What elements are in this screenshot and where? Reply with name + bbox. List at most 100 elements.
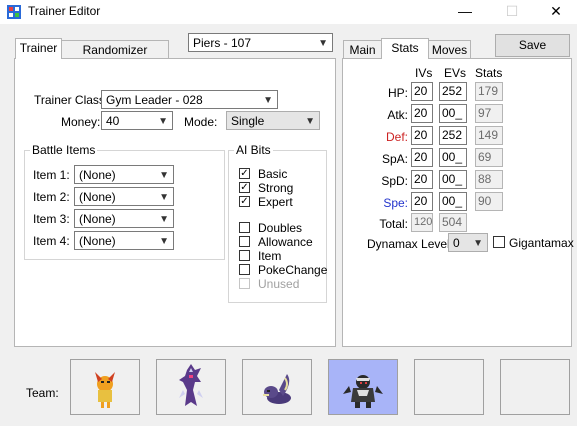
doubles-checkbox[interactable] [239, 222, 250, 233]
strong-label: Strong [258, 181, 294, 195]
hp-iv-input[interactable]: 20 [411, 82, 433, 101]
tab-randomizer-options[interactable]: Randomizer Options [61, 40, 169, 75]
item-1-select[interactable]: (None) ▼ [74, 165, 174, 184]
tab-stats[interactable]: Stats [381, 38, 429, 59]
def-iv-input[interactable]: 20 [411, 126, 433, 145]
chevron-down-icon: ▼ [159, 236, 169, 247]
maximize-button[interactable]: ☐ [489, 0, 535, 24]
team-slot-1[interactable] [70, 359, 140, 415]
tab-trainer[interactable]: Trainer [15, 38, 62, 59]
item-1-value: (None) [79, 168, 116, 182]
def-label: Def: [385, 130, 408, 144]
team-slot-5[interactable] [414, 359, 484, 415]
spa-iv-input[interactable]: 20 [411, 148, 433, 167]
chevron-down-icon: ▼ [263, 95, 273, 106]
basic-checkbox[interactable]: ✓ [239, 168, 250, 179]
item-3-label: Item 3: [33, 212, 70, 226]
spa-label: SpA: [381, 152, 408, 166]
battle-items-title: Battle Items [30, 143, 98, 157]
atk-iv-input[interactable]: 20 [411, 104, 433, 123]
team-slot-2[interactable] [156, 359, 226, 415]
spd-iv-input[interactable]: 20 [411, 170, 433, 189]
atk-label: Atk: [387, 108, 408, 122]
mode-select[interactable]: Single ▼ [226, 111, 320, 130]
def-ev-input[interactable]: 252 [439, 126, 467, 145]
save-button[interactable]: Save [495, 34, 570, 57]
allowance-checkbox[interactable] [239, 236, 250, 247]
dynamax-level-label: Dynamax Level: [367, 237, 454, 251]
gigantamax-checkbox[interactable] [493, 236, 505, 248]
gigantamax-label: Gigantamax [509, 236, 574, 250]
team-label: Team: [26, 386, 59, 400]
item-4-select[interactable]: (None) ▼ [74, 231, 174, 250]
tab-main[interactable]: Main [343, 40, 382, 59]
chevron-down-icon: ▼ [158, 116, 168, 127]
hp-label: HP: [388, 86, 409, 100]
item-2-label: Item 2: [33, 190, 70, 204]
spd-ev-input[interactable]: 00_ [439, 170, 467, 189]
hp-ev-input[interactable]: 252 [439, 82, 467, 101]
unused-label: Unused [258, 277, 300, 291]
total-iv-value: 120 [411, 213, 433, 232]
chevron-down-icon: ▼ [305, 116, 315, 127]
doubles-label: Doubles [258, 221, 303, 235]
chevron-down-icon: ▼ [159, 170, 169, 181]
dynamax-level-select[interactable]: 0 ▼ [448, 233, 488, 252]
item-3-select[interactable]: (None) ▼ [74, 209, 174, 228]
skuntank-sprite-icon [263, 374, 291, 404]
spa-stat-value: 69 [475, 148, 503, 167]
team-slot-6[interactable] [500, 359, 570, 415]
pokechange-label: PokeChange [258, 263, 328, 277]
ivs-header: IVs [415, 66, 433, 80]
trainer-select[interactable]: Piers - 107 ▼ [188, 33, 333, 52]
scrafty-sprite-icon [95, 372, 115, 408]
item-2-select[interactable]: (None) ▼ [74, 187, 174, 206]
expert-label: Expert [258, 195, 293, 209]
mode-value: Single [231, 114, 265, 128]
spd-stat-value: 88 [475, 170, 503, 189]
team-slot-3[interactable] [242, 359, 312, 415]
tab-moves[interactable]: Moves [428, 40, 471, 59]
expert-checkbox[interactable]: ✓ [239, 196, 250, 207]
chevron-down-icon: ▼ [473, 238, 483, 249]
close-button[interactable]: ✕ [533, 0, 577, 24]
strong-checkbox[interactable]: ✓ [239, 182, 250, 193]
def-stat-value: 149 [475, 126, 503, 145]
total-ev-value: 504 [439, 213, 467, 232]
toxtricity-sprite-icon [179, 364, 203, 406]
atk-ev-input[interactable]: 00_ [439, 104, 467, 123]
spd-label: SpD: [381, 174, 408, 188]
spe-label: Spe: [383, 196, 408, 210]
evs-header: EVs [444, 66, 467, 80]
app-icon [7, 5, 21, 19]
money-label: Money: [61, 115, 101, 129]
window-title: Trainer Editor [28, 4, 101, 18]
item-checkbox[interactable] [239, 250, 250, 261]
item-4-label: Item 4: [33, 234, 70, 248]
trainer-class-label: Trainer Class: [34, 93, 109, 107]
chevron-down-icon: ▼ [159, 214, 169, 225]
item-1-label: Item 1: [33, 168, 70, 182]
item-4-value: (None) [79, 234, 116, 248]
team-slot-4[interactable] [328, 359, 398, 415]
trainer-class-select[interactable]: Gym Leader - 028 ▼ [101, 90, 278, 109]
spe-stat-value: 90 [475, 192, 503, 211]
spe-iv-input[interactable]: 20 [411, 192, 433, 211]
trainer-class-value: Gym Leader - 028 [106, 93, 203, 107]
item-2-value: (None) [79, 190, 116, 204]
money-select[interactable]: 40 ▼ [101, 111, 173, 130]
mode-label: Mode: [184, 115, 218, 129]
stats-header: Stats [475, 66, 503, 80]
item-ai-label: Item [258, 249, 282, 263]
pokechange-checkbox[interactable] [239, 264, 250, 275]
obstagoon-sprite-icon [343, 375, 383, 408]
atk-stat-value: 97 [475, 104, 503, 123]
spe-ev-input[interactable]: 00_ [439, 192, 467, 211]
minimize-button[interactable]: — [442, 0, 488, 24]
total-label: Total: [379, 217, 408, 231]
allowance-label: Allowance [258, 235, 313, 249]
item-3-value: (None) [79, 212, 116, 226]
ai-bits-title: AI Bits [234, 143, 273, 157]
chevron-down-icon: ▼ [318, 38, 328, 49]
spa-ev-input[interactable]: 00_ [439, 148, 467, 167]
